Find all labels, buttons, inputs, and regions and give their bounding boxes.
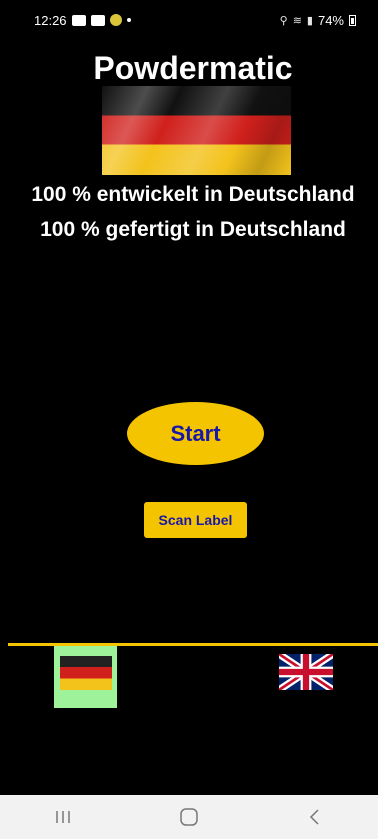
- language-english-button[interactable]: [279, 654, 333, 690]
- developed-in-germany-text: 100 % entwickelt in Deutschland: [31, 183, 355, 206]
- app-screen: Powdermatic 100 % entwickelt in Deutschl…: [8, 40, 378, 795]
- status-bar: 12:26 ⚲ ≋ ▮ 74%: [0, 0, 378, 40]
- app-notification-icon: [109, 14, 122, 26]
- manufactured-in-germany-text: 100 % gefertigt in Deutschland: [40, 218, 346, 241]
- home-button[interactable]: [159, 795, 219, 839]
- recent-apps-button[interactable]: [33, 795, 93, 839]
- app-title: Powdermatic: [93, 50, 293, 86]
- system-nav-bar: [0, 795, 378, 839]
- start-button[interactable]: Start: [127, 402, 264, 465]
- wifi-icon: ≋: [292, 14, 302, 27]
- back-icon: [309, 809, 319, 825]
- language-german-button[interactable]: [54, 646, 117, 708]
- recent-apps-icon: [56, 811, 70, 823]
- location-icon: ⚲: [279, 14, 288, 27]
- uk-flag-icon: [279, 654, 333, 690]
- more-notifications-icon: [126, 18, 131, 22]
- signal-icon: ▮: [306, 14, 313, 27]
- status-time: 12:26: [34, 12, 67, 28]
- german-flag-banner: [102, 86, 291, 175]
- battery-percent: 74%: [317, 12, 344, 28]
- scan-label-button[interactable]: Scan Label: [144, 502, 247, 538]
- back-button[interactable]: [285, 795, 345, 839]
- status-right: ⚲ ≋ ▮ 74%: [280, 13, 356, 28]
- mail-icon: [71, 14, 86, 26]
- home-icon: [180, 808, 198, 826]
- calendar-icon: [90, 14, 105, 26]
- battery-icon: [349, 14, 356, 26]
- german-flag-icon: [59, 656, 112, 690]
- status-left: 12:26: [34, 13, 131, 28]
